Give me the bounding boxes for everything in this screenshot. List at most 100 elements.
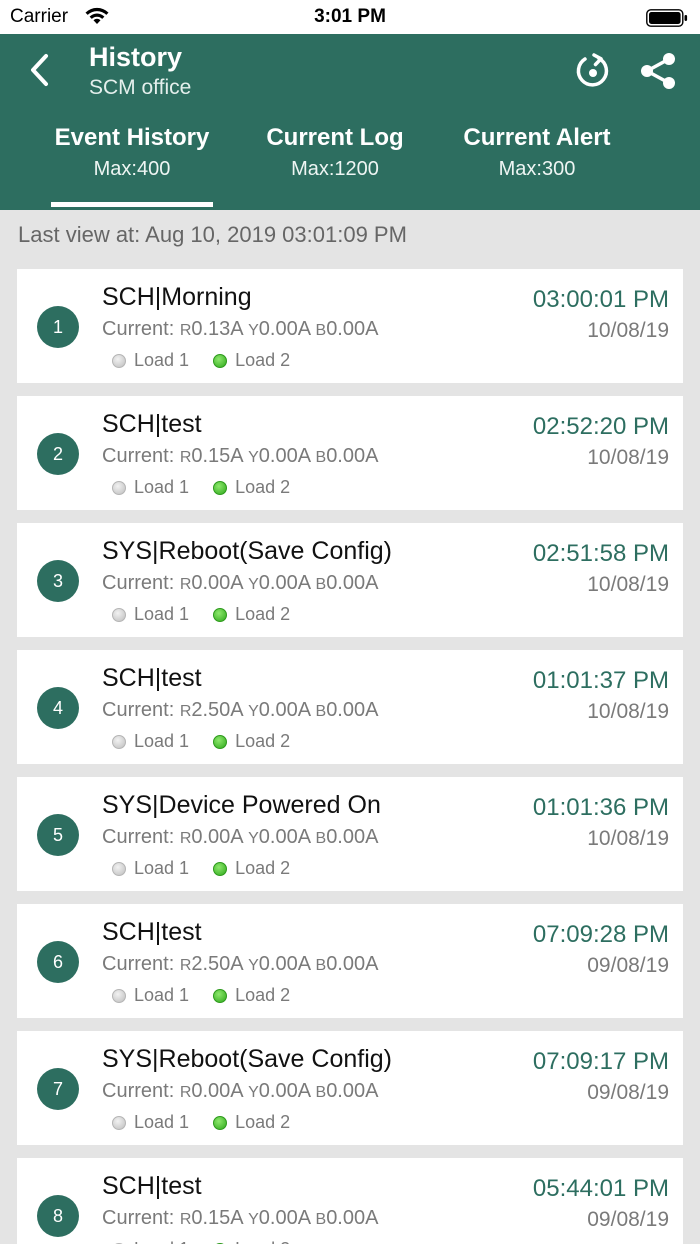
phase-y-label: Y <box>248 1084 259 1101</box>
load-status-row: Load 1 Load 2 <box>112 477 290 498</box>
event-date: 09/08/19 <box>587 1208 669 1231</box>
page-title: History <box>89 42 183 72</box>
phase-r-label: R <box>179 1084 192 1101</box>
event-title: SCH|test <box>102 664 202 692</box>
phase-y-label: Y <box>248 957 259 974</box>
current-label: Current: <box>102 953 175 975</box>
event-current-readings: Current: R2.50A Y0.00A B0.00A <box>102 699 378 722</box>
tab-max-label: Max:300 <box>498 158 576 180</box>
event-index-badge: 5 <box>37 814 79 856</box>
load-1-status: Load 1 <box>112 350 189 371</box>
event-time: 02:52:20 PM <box>532 413 669 440</box>
event-row[interactable]: 2 SCH|test Current: R0.15A Y0.00A B0.00A… <box>17 396 683 510</box>
load-2-indicator-icon <box>213 1115 228 1130</box>
event-date: 10/08/19 <box>587 827 669 850</box>
phase-r-label: R <box>179 957 192 974</box>
phase-r-value: 2.50A <box>191 699 243 721</box>
event-date: 09/08/19 <box>587 954 669 977</box>
share-button[interactable] <box>638 52 678 90</box>
load-1-label: Load 1 <box>134 985 190 1005</box>
load-1-label: Load 1 <box>134 1239 189 1244</box>
phase-b-label: B <box>315 576 327 593</box>
load-1-status: Load 1 <box>112 604 189 625</box>
phase-b-value: 0.00A <box>326 318 379 340</box>
phase-r-label: R <box>179 1211 192 1228</box>
event-date: 10/08/19 <box>587 573 669 596</box>
refresh-button[interactable] <box>574 52 612 90</box>
current-label: Current: <box>102 318 175 340</box>
phase-r-value: 0.00A <box>191 1080 243 1102</box>
load-2-status: Load 2 <box>213 350 290 371</box>
load-status-row: Load 1 Load 2 <box>112 604 290 625</box>
phase-b-label: B <box>315 830 327 847</box>
phase-b-label: B <box>315 322 327 339</box>
event-date: 10/08/19 <box>587 319 669 342</box>
load-1-indicator-icon <box>112 734 126 749</box>
load-1-indicator-icon <box>112 607 126 622</box>
event-time: 03:00:01 PM <box>532 286 669 313</box>
clock: 3:01 PM <box>314 6 386 27</box>
phase-b-value: 0.00A <box>326 699 379 721</box>
event-list[interactable]: 1 SCH|Morning Current: R0.13A Y0.00A B0.… <box>17 269 683 1244</box>
phase-r-value: 0.00A <box>191 826 243 848</box>
share-icon <box>641 53 675 89</box>
event-title: SCH|test <box>102 410 202 438</box>
phase-y-value: 0.00A <box>258 1080 310 1102</box>
phase-b-label: B <box>315 1211 327 1228</box>
load-1-status: Load 1 <box>112 985 189 1006</box>
phase-r-label: R <box>179 830 192 847</box>
event-index-badge: 2 <box>37 433 79 475</box>
event-date: 10/08/19 <box>587 700 669 723</box>
phase-r-value: 0.13A <box>191 318 243 340</box>
load-1-status: Load 1 <box>112 858 189 879</box>
tab-current-alert[interactable]: Current Alert Max:300 <box>447 122 627 210</box>
phase-y-label: Y <box>248 1211 259 1228</box>
load-2-status: Load 2 <box>213 731 290 752</box>
load-2-status: Load 2 <box>213 477 290 498</box>
event-row[interactable]: 1 SCH|Morning Current: R0.13A Y0.00A B0.… <box>17 269 683 383</box>
load-1-label: Load 1 <box>134 604 190 624</box>
load-2-indicator-icon <box>213 353 228 368</box>
phase-r-label: R <box>179 703 192 720</box>
tab-label: Event History <box>54 124 210 151</box>
load-1-indicator-icon <box>112 480 126 495</box>
tab-current-log[interactable]: Current Log Max:1200 <box>245 122 425 210</box>
event-row[interactable]: 4 SCH|test Current: R2.50A Y0.00A B0.00A… <box>17 650 683 764</box>
event-index-badge: 7 <box>37 1068 79 1110</box>
back-button[interactable] <box>24 50 56 90</box>
tab-max-label: Max:400 <box>93 158 171 180</box>
event-index-badge: 8 <box>37 1195 79 1237</box>
phase-r-value: 2.50A <box>191 953 243 975</box>
event-row[interactable]: 6 SCH|test Current: R2.50A Y0.00A B0.00A… <box>17 904 683 1018</box>
tab-event-history[interactable]: Event History Max:400 <box>42 122 222 210</box>
phase-r-value: 0.00A <box>191 572 243 594</box>
load-2-label: Load 2 <box>235 350 291 370</box>
phase-y-label: Y <box>248 703 259 720</box>
load-2-label: Load 2 <box>235 731 291 751</box>
load-status-row: Load 1 Load 2 <box>112 350 290 371</box>
load-2-label: Load 2 <box>235 604 291 624</box>
load-1-label: Load 1 <box>134 477 190 497</box>
load-2-indicator-icon <box>213 988 228 1003</box>
event-row[interactable]: 7 SYS|Reboot(Save Config) Current: R0.00… <box>17 1031 683 1145</box>
phase-r-label: R <box>179 576 192 593</box>
event-row[interactable]: 5 SYS|Device Powered On Current: R0.00A … <box>17 777 683 891</box>
load-status-row: Load 1 Load 2 <box>112 1112 290 1133</box>
phase-r-value: 0.15A <box>191 1207 243 1229</box>
event-time: 07:09:17 PM <box>532 1048 669 1075</box>
event-title: SYS|Reboot(Save Config) <box>102 1045 392 1073</box>
phase-r-value: 0.15A <box>191 445 243 467</box>
phase-b-label: B <box>315 957 327 974</box>
load-2-status: Load 2 <box>213 604 290 625</box>
event-row[interactable]: 8 SCH|test Current: R0.15A Y0.00A B0.00A… <box>17 1158 683 1244</box>
event-title: SCH|test <box>102 1172 202 1200</box>
phase-y-value: 0.00A <box>258 572 310 594</box>
load-2-indicator-icon <box>213 734 228 749</box>
load-2-indicator-icon <box>213 861 228 876</box>
battery-icon <box>646 9 688 27</box>
phase-y-value: 0.00A <box>258 953 310 975</box>
load-status-row: Load 1 Load 2 <box>112 858 290 879</box>
load-2-label: Load 2 <box>235 858 291 878</box>
event-row[interactable]: 3 SYS|Reboot(Save Config) Current: R0.00… <box>17 523 683 637</box>
event-current-readings: Current: R0.00A Y0.00A B0.00A <box>102 826 378 849</box>
